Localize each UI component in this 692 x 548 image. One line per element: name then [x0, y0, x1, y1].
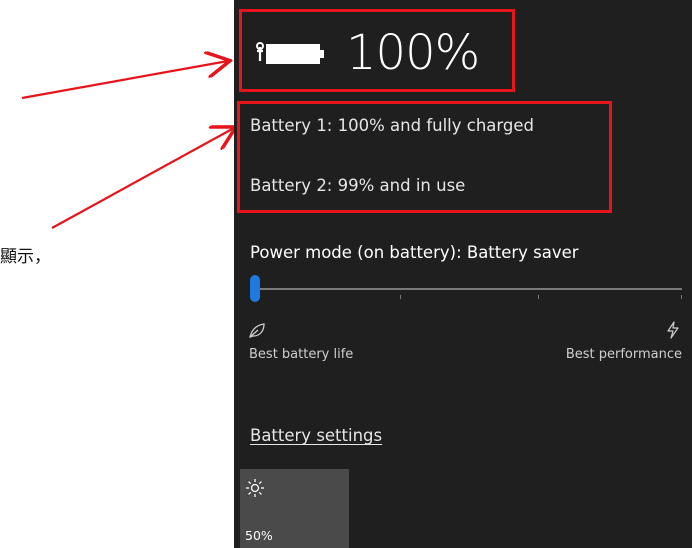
best-battery-life-label: Best battery life: [249, 347, 354, 362]
battery-2-status: Battery 2: 99% and in use: [250, 176, 466, 195]
power-mode-slider-thumb[interactable]: [250, 275, 260, 302]
battery-settings-link[interactable]: Battery settings: [250, 426, 382, 445]
slider-tick: [681, 295, 682, 299]
battery-flyout: 100% Battery 1: 100% and fully charged B…: [234, 0, 692, 548]
arrow-to-details: [51, 128, 234, 229]
battery-full-icon: [256, 42, 324, 64]
battery-1-status: Battery 1: 100% and fully charged: [250, 116, 534, 135]
brightness-tile[interactable]: 50%: [240, 469, 349, 548]
sun-icon: [246, 479, 264, 497]
leaf-icon: [249, 323, 265, 338]
battery-percent: 100%: [346, 25, 480, 81]
slider-tick: [400, 295, 401, 299]
brightness-value: 50%: [245, 528, 273, 543]
lightning-icon: [667, 321, 679, 339]
slider-tick: [538, 295, 539, 299]
annotation-text: 顯示，: [0, 247, 51, 267]
best-performance-label: Best performance: [565, 347, 682, 362]
arrow-to-percent: [21, 61, 228, 100]
power-mode-label: Power mode (on battery): Battery saver: [250, 243, 579, 262]
power-mode-slider-track[interactable]: [254, 288, 682, 290]
